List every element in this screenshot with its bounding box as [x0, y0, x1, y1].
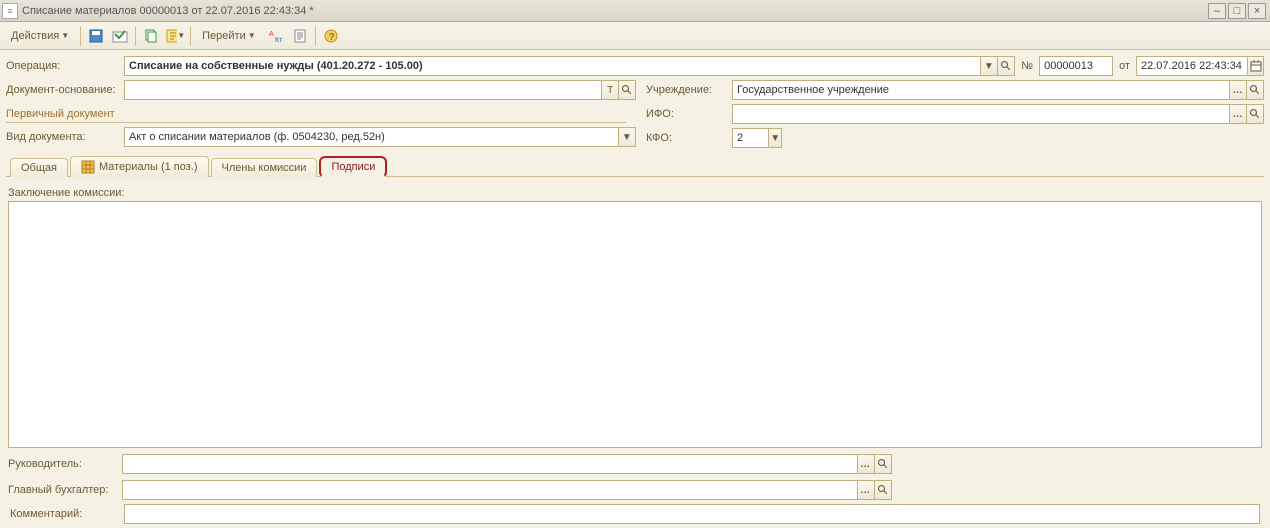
chevron-down-icon: ▼ — [177, 31, 185, 40]
tab-panel-signatures: Заключение комиссии: Руководитель: … Гла… — [6, 181, 1264, 528]
accountant-field[interactable]: … — [122, 480, 892, 500]
doc-type-input[interactable] — [125, 128, 618, 146]
dropdown-button[interactable]: ▼ — [618, 128, 635, 146]
tab-label: Материалы (1 поз.) — [99, 161, 198, 173]
ifo-label: ИФО: — [646, 108, 726, 120]
actions-label: Действия — [11, 30, 59, 42]
minimize-button[interactable]: – — [1208, 3, 1226, 19]
separator — [315, 26, 316, 46]
comment-label: Комментарий: — [10, 508, 118, 520]
separator — [135, 26, 136, 46]
conclusion-label: Заключение комиссии: — [8, 187, 1262, 199]
document-icon: ≡ — [2, 3, 18, 19]
institution-field[interactable]: … — [732, 80, 1264, 100]
chief-input[interactable] — [123, 455, 857, 473]
tab-commission[interactable]: Члены комиссии — [211, 158, 318, 177]
operation-field[interactable]: ▼ — [124, 56, 1015, 76]
tab-strip: Общая Материалы (1 поз.) Члены комиссии … — [6, 156, 1264, 177]
kfo-input[interactable] — [733, 129, 768, 147]
search-icon[interactable] — [874, 481, 891, 499]
chevron-down-icon: ▼ — [61, 31, 69, 40]
window-title: Списание материалов 00000013 от 22.07.20… — [22, 5, 314, 17]
select-button[interactable]: … — [857, 455, 874, 473]
search-icon[interactable] — [1246, 81, 1263, 99]
date-field[interactable] — [1136, 56, 1264, 76]
doc-base-input[interactable] — [125, 81, 601, 99]
goto-menu[interactable]: Перейти ▼ — [195, 27, 263, 45]
search-icon[interactable] — [618, 81, 635, 99]
doc-type-field[interactable]: ▼ — [124, 127, 636, 147]
basis-icon[interactable]: ▼ — [164, 25, 186, 47]
separator — [190, 26, 191, 46]
dropdown-button[interactable]: ▼ — [980, 57, 997, 75]
tab-label: Подписи — [331, 161, 375, 173]
tab-label: Члены комиссии — [222, 162, 307, 174]
select-button[interactable]: … — [1229, 81, 1246, 99]
comment-field[interactable] — [124, 504, 1260, 524]
chief-field[interactable]: … — [122, 454, 892, 474]
kfo-field[interactable]: ▼ — [732, 128, 782, 148]
comment-input[interactable] — [125, 505, 1259, 523]
close-button[interactable]: × — [1248, 3, 1266, 19]
from-label: от — [1119, 60, 1130, 72]
grid-icon — [81, 160, 95, 174]
tab-signatures[interactable]: Подписи — [319, 156, 387, 178]
institution-label: Учреждение: — [646, 84, 726, 96]
chief-label: Руководитель: — [8, 458, 116, 470]
doc-type-label: Вид документа: — [6, 131, 118, 143]
separator — [80, 26, 81, 46]
main-toolbar: Действия ▼ ▼ Перейти ▼ АКт ? — [0, 22, 1270, 50]
svg-text:А: А — [269, 31, 274, 38]
search-icon[interactable] — [1246, 105, 1263, 123]
dropdown-button[interactable]: ▼ — [768, 129, 781, 147]
conclusion-textarea[interactable] — [8, 201, 1262, 448]
akt-icon[interactable]: АКт — [265, 25, 287, 47]
type-select-button[interactable]: T — [601, 81, 618, 99]
tab-label: Общая — [21, 162, 57, 174]
goto-label: Перейти — [202, 30, 246, 42]
number-label: № — [1021, 60, 1033, 72]
actions-menu[interactable]: Действия ▼ — [4, 27, 76, 45]
tab-materials[interactable]: Материалы (1 поз.) — [70, 156, 209, 177]
help-icon[interactable]: ? — [320, 25, 342, 47]
number-input[interactable] — [1040, 57, 1112, 75]
maximize-button[interactable]: □ — [1228, 3, 1246, 19]
svg-text:Кт: Кт — [275, 37, 283, 44]
operation-input[interactable] — [125, 57, 980, 75]
accountant-input[interactable] — [123, 481, 857, 499]
post-icon[interactable] — [109, 25, 131, 47]
date-input[interactable] — [1137, 57, 1247, 75]
svg-text:?: ? — [328, 32, 334, 43]
calendar-icon[interactable] — [1247, 57, 1263, 75]
save-icon[interactable] — [85, 25, 107, 47]
search-icon[interactable] — [997, 57, 1014, 75]
ifo-field[interactable]: … — [732, 104, 1264, 124]
institution-input[interactable] — [733, 81, 1229, 99]
title-bar: ≡ Списание материалов 00000013 от 22.07.… — [0, 0, 1270, 22]
doc-base-field[interactable]: T — [124, 80, 636, 100]
primary-doc-section: Первичный документ — [6, 106, 626, 123]
ifo-input[interactable] — [733, 105, 1229, 123]
tab-general[interactable]: Общая — [10, 158, 68, 177]
report-icon[interactable] — [289, 25, 311, 47]
select-button[interactable]: … — [1229, 105, 1246, 123]
operation-label: Операция: — [6, 60, 118, 72]
copy-icon[interactable] — [140, 25, 162, 47]
chevron-down-icon: ▼ — [248, 31, 256, 40]
search-icon[interactable] — [874, 455, 891, 473]
number-field[interactable] — [1039, 56, 1113, 76]
select-button[interactable]: … — [857, 481, 874, 499]
kfo-label: КФО: — [646, 132, 726, 144]
doc-base-label: Документ-основание: — [6, 84, 118, 96]
accountant-label: Главный бухгалтер: — [8, 484, 116, 496]
